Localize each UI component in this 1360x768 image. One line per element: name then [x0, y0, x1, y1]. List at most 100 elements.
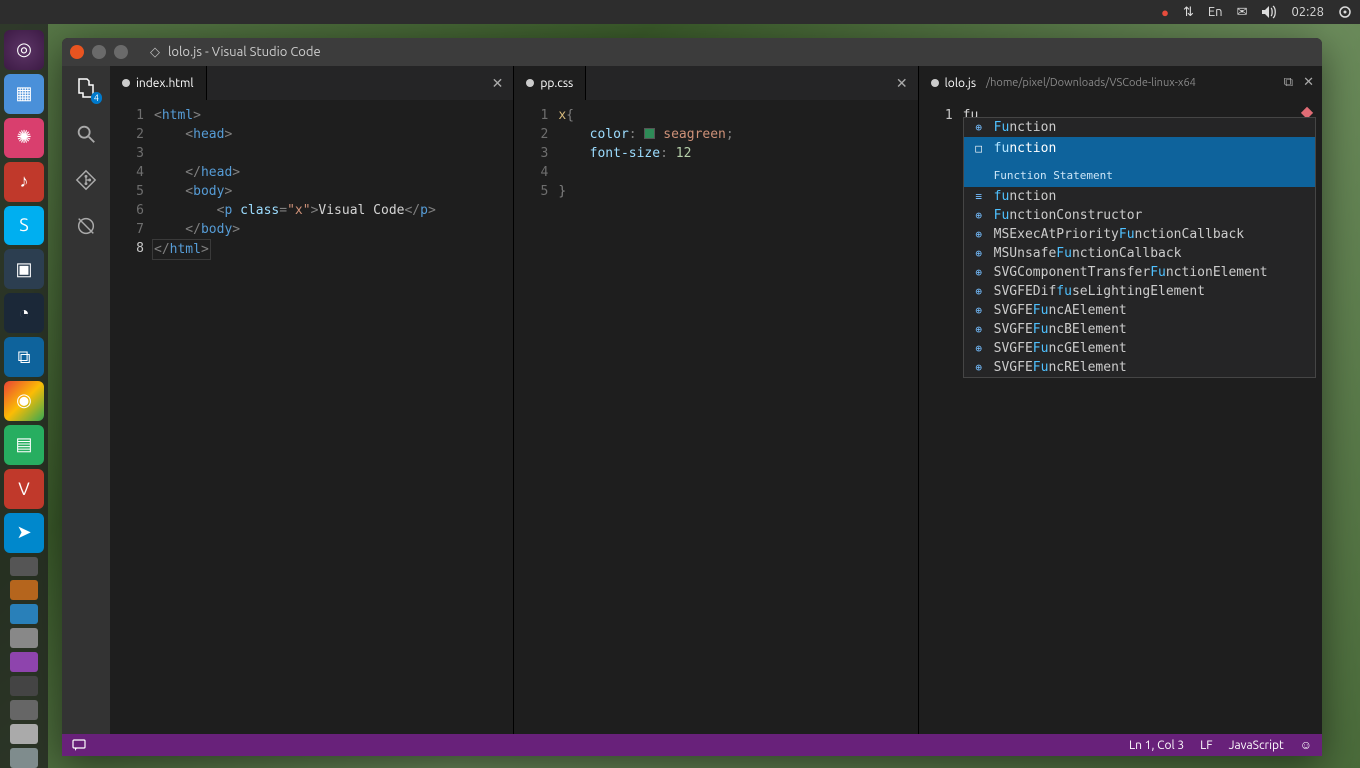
editor-body[interactable]: 1 2 3 4 5 x{ color: seagreen; font-size:…	[514, 100, 917, 734]
autocomplete-item[interactable]: □ function Function Statement	[964, 137, 1315, 187]
window-close-button[interactable]	[70, 45, 84, 59]
autocomplete-item[interactable]: ⊕ SVGFEDiffuseLightingElement	[964, 282, 1315, 301]
launcher-small-icon[interactable]	[10, 652, 38, 672]
window-titlebar[interactable]: ◇ lolo.js - Visual Studio Code	[62, 38, 1322, 66]
close-icon[interactable]: ✕	[896, 75, 908, 92]
autocomplete-item[interactable]: ⊕SVGFEFuncGElement	[964, 339, 1315, 358]
activity-debug-icon[interactable]	[72, 212, 100, 240]
launcher-small-icon[interactable]	[10, 580, 38, 600]
launcher-app-icon[interactable]: V	[4, 469, 44, 509]
launcher-app-icon[interactable]: ♪	[4, 162, 44, 202]
launcher-small-icon[interactable]	[10, 676, 38, 696]
status-smiley-icon[interactable]: ☺	[1300, 738, 1312, 752]
close-icon[interactable]: ✕	[492, 75, 504, 92]
suggestion-kind-icon: ⊕	[972, 282, 986, 301]
window-minimize-button[interactable]	[92, 45, 106, 59]
activity-search-icon[interactable]	[72, 120, 100, 148]
launcher-app-icon[interactable]: ▦	[4, 74, 44, 114]
modified-dot-icon	[122, 79, 130, 87]
window-title: lolo.js - Visual Studio Code	[168, 45, 321, 59]
launcher-small-icon[interactable]	[10, 748, 38, 768]
mail-icon[interactable]: ✉	[1237, 5, 1248, 20]
suggestion-label: SVGFEDiffuseLightingElement	[994, 282, 1205, 301]
split-editor-icon[interactable]: ⧉	[1284, 75, 1293, 90]
suggestion-label: MSExecAtPriorityFunctionCallback	[994, 225, 1244, 244]
tab-index-html[interactable]: index.html	[110, 66, 207, 100]
autocomplete-popup: ⊕Function □ function Function Statement ≡fun…	[963, 117, 1316, 378]
suggestion-kind-icon: ⊕	[972, 320, 986, 339]
autocomplete-item[interactable]: ⊕SVGComponentTransferFunctionElement	[964, 263, 1315, 282]
tab-path: /home/pixel/Downloads/VSCode-linux-x64	[986, 77, 1196, 89]
launcher-app-icon[interactable]: ✺	[4, 118, 44, 158]
network-icon[interactable]: ⇅	[1183, 5, 1194, 20]
code-area[interactable]: fu ⊕Function□functionFunction Statement≡…	[963, 100, 1322, 734]
editor-pane-js: lolo.js /home/pixel/Downloads/VSCode-lin…	[919, 66, 1322, 734]
suggestion-detail: Function Statement	[972, 166, 1113, 185]
volume-icon[interactable]	[1261, 5, 1277, 19]
activity-git-icon[interactable]	[72, 166, 100, 194]
window-maximize-button[interactable]	[114, 45, 128, 59]
launcher-chrome-icon[interactable]: ◉	[4, 381, 44, 421]
explorer-badge: 4	[91, 92, 102, 104]
autocomplete-item[interactable]: ⊕ SVGFEFuncBElement	[964, 320, 1315, 339]
launcher-skype-icon[interactable]: S	[4, 206, 44, 246]
suggestion-label: function	[994, 139, 1057, 158]
launcher-app-icon[interactable]: ▣	[4, 249, 44, 289]
status-cursor-position[interactable]: Ln 1, Col 3	[1129, 739, 1184, 752]
launcher-steam-icon[interactable]: ◔	[4, 293, 44, 333]
suggestion-kind-icon: ⊕	[972, 301, 986, 320]
editor-body[interactable]: 1 fu ⊕Function□functionFunction Statemen…	[919, 100, 1322, 734]
status-eol[interactable]: LF	[1200, 739, 1212, 752]
tab-label: pp.css	[540, 77, 573, 90]
launcher-small-icon[interactable]	[10, 724, 38, 744]
record-indicator-icon[interactable]: ●	[1161, 5, 1169, 20]
keyboard-layout-indicator[interactable]: En	[1208, 5, 1223, 19]
gutter: 1 2 3 4 5	[514, 100, 558, 734]
autocomplete-item[interactable]: ⊕ SVGFEFuncRElement	[964, 358, 1315, 377]
status-bar: Ln 1, Col 3 LF JavaScript ☺	[62, 734, 1322, 756]
gutter: 1	[919, 100, 963, 734]
autocomplete-item[interactable]: ⊕MSExecAtPriorityFunctionCallback	[964, 225, 1315, 244]
suggestion-kind-icon: □	[972, 139, 986, 158]
tab-lolo-js[interactable]: lolo.js /home/pixel/Downloads/VSCode-lin…	[919, 66, 1322, 100]
autocomplete-item[interactable]: ⊕FunctionConstructor	[964, 206, 1315, 225]
suggestion-label: MSUnsafeFunctionCallback	[994, 244, 1182, 263]
launcher-dash-icon[interactable]: ◎	[4, 30, 44, 70]
tab-row: pp.css ✕	[514, 66, 917, 100]
activity-explorer-icon[interactable]: 4	[72, 74, 100, 102]
suggestion-label: SVGFEFuncAElement	[994, 301, 1127, 320]
suggestion-label: SVGFEFuncBElement	[994, 320, 1127, 339]
tab-row: lolo.js /home/pixel/Downloads/VSCode-lin…	[919, 66, 1322, 100]
launcher-vscode-icon[interactable]: ⧉	[4, 337, 44, 377]
launcher-small-icon[interactable]	[10, 700, 38, 720]
tab-row: index.html ✕	[110, 66, 513, 100]
close-icon[interactable]: ✕	[1303, 75, 1314, 90]
unity-launcher: ◎ ▦ ✺ ♪ S ▣ ◔ ⧉ ◉ ▤ V ➤	[0, 24, 48, 768]
code-area[interactable]: <html> <head> </head> <body> <p class="x…	[154, 100, 513, 734]
tab-label: lolo.js	[945, 77, 976, 90]
autocomplete-item[interactable]: ⊕MSUnsafeFunctionCallback	[964, 244, 1315, 263]
system-gear-icon[interactable]	[1338, 5, 1352, 19]
tab-pp-css[interactable]: pp.css	[514, 66, 586, 100]
app-icon: ◇	[150, 45, 160, 60]
suggestion-label: SVGFEFuncRElement	[994, 358, 1127, 377]
clock[interactable]: 02:28	[1291, 5, 1324, 19]
gutter: 1 2 3 4 5 6 7 8	[110, 100, 154, 734]
launcher-telegram-icon[interactable]: ➤	[4, 513, 44, 553]
autocomplete-item[interactable]: ≡function	[964, 187, 1315, 206]
suggestion-kind-icon: ⊕	[972, 358, 986, 377]
status-feedback-icon[interactable]	[72, 738, 86, 752]
status-language[interactable]: JavaScript	[1229, 739, 1284, 752]
suggestion-label: SVGComponentTransferFunctionElement	[994, 263, 1268, 282]
launcher-app-icon[interactable]: ▤	[4, 425, 44, 465]
launcher-small-icon[interactable]	[10, 628, 38, 648]
code-area[interactable]: x{ color: seagreen; font-size: 12 }	[558, 100, 917, 734]
autocomplete-item[interactable]: ⊕ SVGFEFuncAElement	[964, 301, 1315, 320]
autocomplete-item[interactable]: ⊕Function	[964, 118, 1315, 137]
editor-body[interactable]: 1 2 3 4 5 6 7 8 <html> <head> </head> <b…	[110, 100, 513, 734]
suggestion-label: FunctionConstructor	[994, 206, 1143, 225]
launcher-small-icon[interactable]	[10, 557, 38, 577]
desktop-top-panel: ● ⇅ En ✉ 02:28	[0, 0, 1360, 24]
launcher-small-icon[interactable]	[10, 604, 38, 624]
activity-bar: 4	[62, 66, 110, 734]
